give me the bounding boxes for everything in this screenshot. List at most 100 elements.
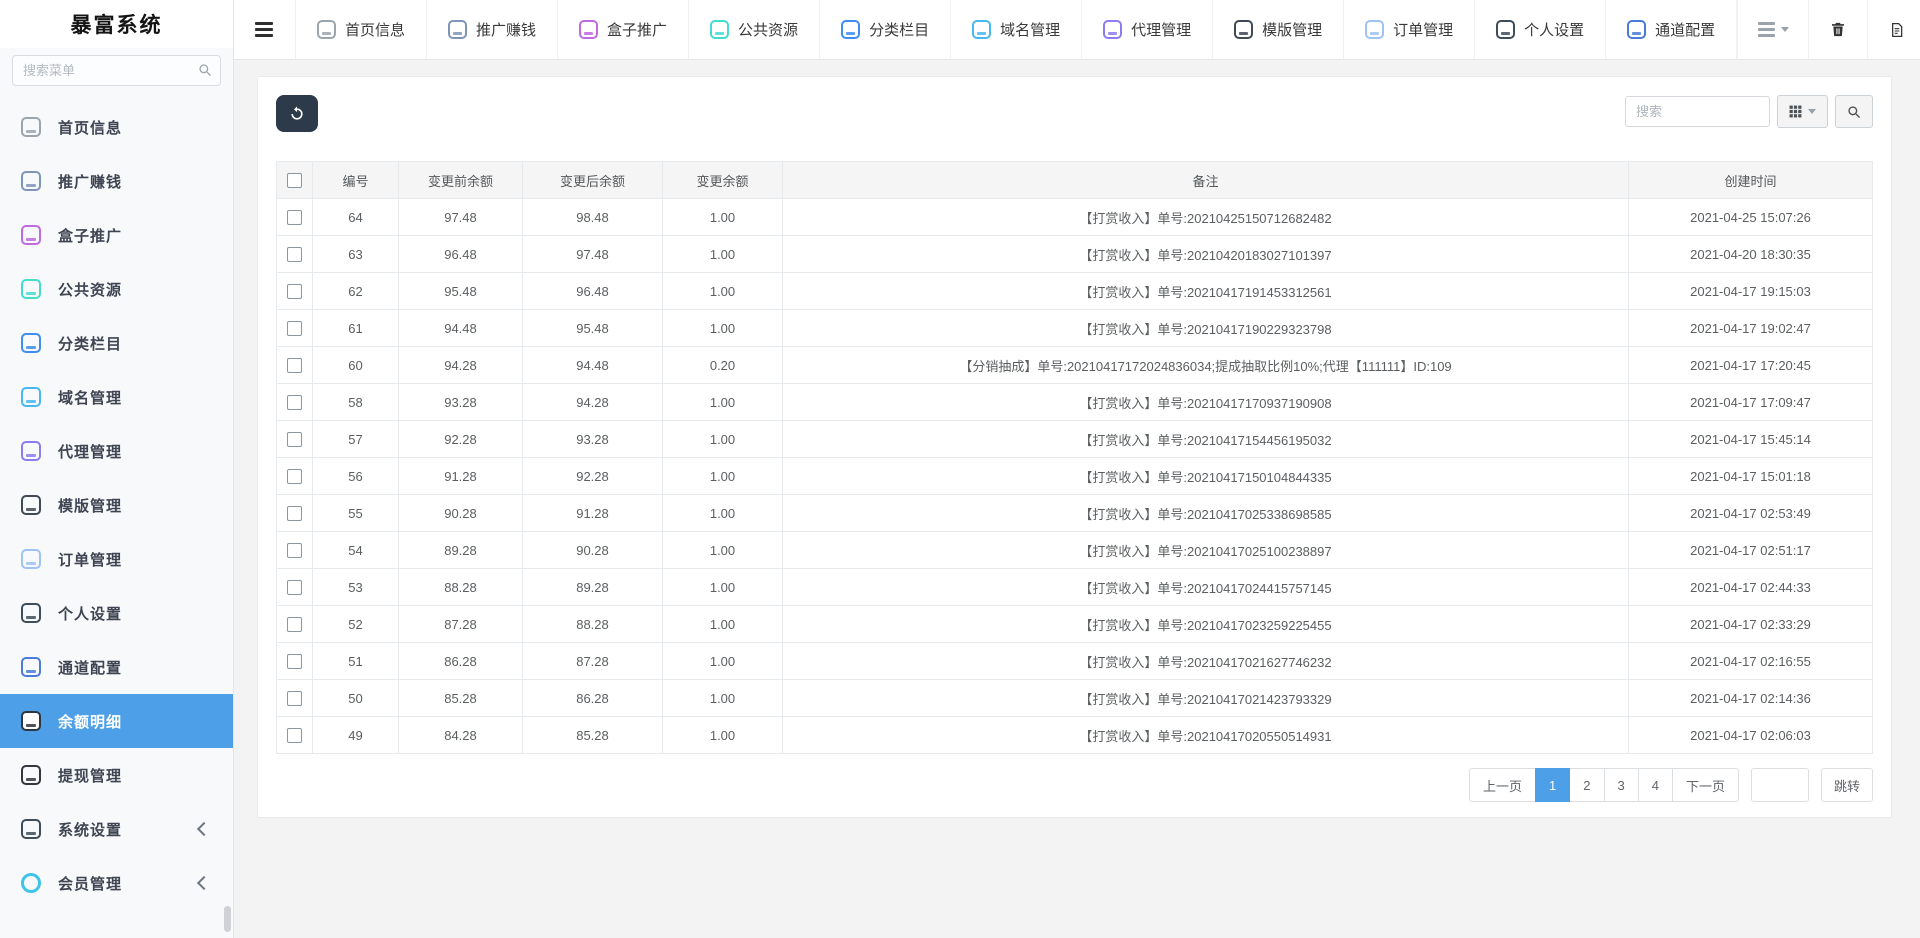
trash-icon <box>1830 21 1846 38</box>
tab-home-info[interactable]: 首页信息 <box>295 0 427 59</box>
sidebar-item-profile[interactable]: 个人设置 <box>0 586 233 640</box>
jump-page-input[interactable] <box>1751 768 1809 802</box>
cell-after: 91.28 <box>523 495 663 532</box>
menu-item-icon-html-icon <box>21 495 41 515</box>
sidebar-item-system[interactable]: 系统设置 <box>0 802 233 856</box>
next-page-button[interactable]: 下一页 <box>1672 768 1739 802</box>
cell-change: 1.00 <box>663 495 783 532</box>
row-checkbox[interactable] <box>287 728 302 743</box>
cell-change: 1.00 <box>663 643 783 680</box>
menu-item-icon-megaphone-icon <box>21 171 41 191</box>
cell-remark: 【打赏收入】单号:20210417023259225455 <box>783 606 1629 643</box>
row-checkbox[interactable] <box>287 506 302 521</box>
page-button-4[interactable]: 4 <box>1638 768 1673 802</box>
sidebar-item-box-promo[interactable]: 盒子推广 <box>0 208 233 262</box>
table-row-52: 52 87.28 88.28 1.00 【打赏收入】单号:20210417023… <box>277 606 1873 643</box>
sidebar-scrollbar-thumb[interactable] <box>224 906 231 932</box>
row-checkbox[interactable] <box>287 654 302 669</box>
tab-promo-earn[interactable]: 推广赚钱 <box>427 0 558 59</box>
tab-icon-box-icon <box>579 20 598 39</box>
tab-label: 公共资源 <box>738 19 798 40</box>
columns-dropdown-button[interactable] <box>1777 95 1828 128</box>
list-dropdown-button[interactable] <box>1737 0 1808 59</box>
cell-change: 1.00 <box>663 532 783 569</box>
prev-page-button[interactable]: 上一页 <box>1469 768 1536 802</box>
row-checkbox[interactable] <box>287 210 302 225</box>
nav-tabs: 首页信息 推广赚钱 盒子推广 公共资源 分类栏目 <box>295 0 1737 59</box>
table-row-61: 61 94.48 95.48 1.00 【打赏收入】单号:20210417190… <box>277 310 1873 347</box>
sidebar-item-promo-earn[interactable]: 推广赚钱 <box>0 154 233 208</box>
sidebar-item-channel[interactable]: 通道配置 <box>0 640 233 694</box>
tab-profile[interactable]: 个人设置 <box>1475 0 1606 59</box>
cell-change: 1.00 <box>663 606 783 643</box>
sidebar-item-home-info[interactable]: 首页信息 <box>0 100 233 154</box>
trash-button[interactable] <box>1808 0 1867 59</box>
sidebar-item-agent[interactable]: 代理管理 <box>0 424 233 478</box>
sidebar-item-member[interactable]: 会员管理 <box>0 856 233 910</box>
jump-button[interactable]: 跳转 <box>1821 768 1873 802</box>
table-row-57: 57 92.28 93.28 1.00 【打赏收入】单号:20210417154… <box>277 421 1873 458</box>
header-before: 变更前余额 <box>399 162 523 199</box>
cell-id: 50 <box>313 680 399 717</box>
table-row-60: 60 94.28 94.48 0.20 【分销抽成】单号:20210417172… <box>277 347 1873 384</box>
row-checkbox[interactable] <box>287 469 302 484</box>
tab-template[interactable]: 模版管理 <box>1213 0 1344 59</box>
cell-after: 97.48 <box>523 236 663 273</box>
sidebar-search-input[interactable] <box>12 55 221 86</box>
cell-after: 87.28 <box>523 643 663 680</box>
sidebar-item-public-resource[interactable]: 公共资源 <box>0 262 233 316</box>
sidebar-item-balance-detail[interactable]: 余额明细 <box>0 694 233 748</box>
cell-change: 1.00 <box>663 273 783 310</box>
cell-after: 89.28 <box>523 569 663 606</box>
cell-change: 1.00 <box>663 717 783 754</box>
sidebar-item-withdraw[interactable]: 提现管理 <box>0 748 233 802</box>
page-button-3[interactable]: 3 <box>1604 768 1639 802</box>
tab-public-resource[interactable]: 公共资源 <box>689 0 820 59</box>
cell-remark: 【打赏收入】单号:20210417190229323798 <box>783 310 1629 347</box>
menu-toggle-icon[interactable] <box>233 0 295 59</box>
row-checkbox[interactable] <box>287 432 302 447</box>
sidebar-item-category[interactable]: 分类栏目 <box>0 316 233 370</box>
sidebar-item-domain[interactable]: 域名管理 <box>0 370 233 424</box>
row-checkbox[interactable] <box>287 691 302 706</box>
table-row-56: 56 91.28 92.28 1.00 【打赏收入】单号:20210417150… <box>277 458 1873 495</box>
tab-box-promo[interactable]: 盒子推广 <box>558 0 689 59</box>
row-checkbox[interactable] <box>287 284 302 299</box>
cell-after: 95.48 <box>523 310 663 347</box>
row-checkbox[interactable] <box>287 321 302 336</box>
row-checkbox[interactable] <box>287 543 302 558</box>
tab-channel[interactable]: 通道配置 <box>1606 0 1737 59</box>
tab-icon-order-icon <box>1365 20 1384 39</box>
tab-domain[interactable]: 域名管理 <box>951 0 1082 59</box>
refresh-icon <box>289 106 305 122</box>
topbar: 首页信息 推广赚钱 盒子推广 公共资源 分类栏目 <box>233 0 1920 60</box>
tab-label: 域名管理 <box>1000 19 1060 40</box>
table-search-input[interactable] <box>1625 96 1770 127</box>
refresh-button[interactable] <box>276 95 318 132</box>
row-checkbox[interactable] <box>287 358 302 373</box>
cell-id: 60 <box>313 347 399 384</box>
tab-icon-megaphone-icon <box>448 20 467 39</box>
page-button-1[interactable]: 1 <box>1535 768 1570 802</box>
row-checkbox[interactable] <box>287 247 302 262</box>
row-checkbox[interactable] <box>287 395 302 410</box>
row-checkbox[interactable] <box>287 580 302 595</box>
topbar-controls: K Admin <box>1737 0 1920 59</box>
sidebar-item-order[interactable]: 订单管理 <box>0 532 233 586</box>
row-checkbox[interactable] <box>287 617 302 632</box>
pagination: 上一页 1 2 3 4 下一页 跳转 <box>276 768 1873 802</box>
tab-label: 推广赚钱 <box>476 19 536 40</box>
tab-agent[interactable]: 代理管理 <box>1082 0 1213 59</box>
cell-remark: 【打赏收入】单号:20210417020550514931 <box>783 717 1629 754</box>
page-button-2[interactable]: 2 <box>1569 768 1604 802</box>
select-all-checkbox[interactable] <box>287 173 302 188</box>
cell-remark: 【打赏收入】单号:20210417025338698585 <box>783 495 1629 532</box>
app-title: 暴富系统 <box>0 0 233 48</box>
clear-cache-button[interactable] <box>1867 0 1920 59</box>
tab-category[interactable]: 分类栏目 <box>820 0 951 59</box>
search-button[interactable] <box>1835 95 1873 128</box>
tab-order[interactable]: 订单管理 <box>1344 0 1475 59</box>
sidebar-item-template[interactable]: 模版管理 <box>0 478 233 532</box>
menu-item-icon-home-icon <box>21 117 41 137</box>
grid-icon <box>1789 105 1802 118</box>
